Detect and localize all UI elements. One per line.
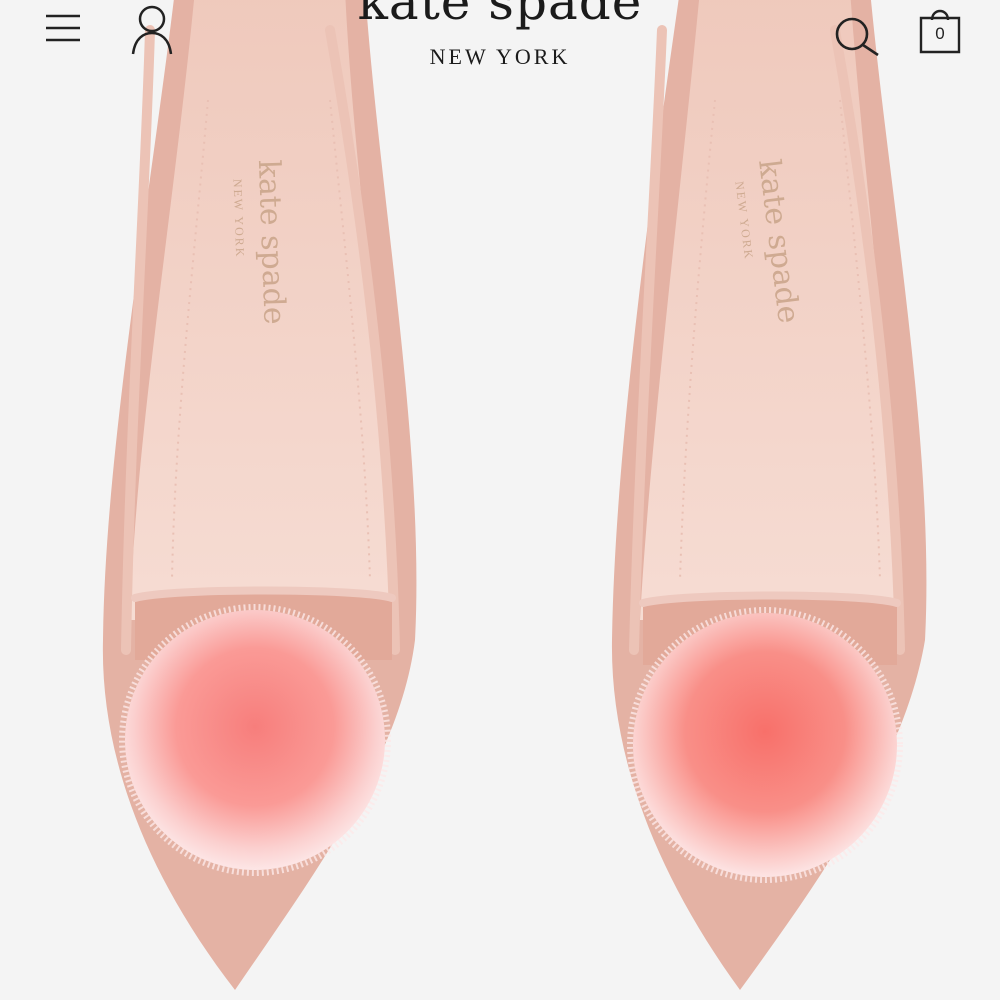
brand-logo[interactable]: kate spade NEW YORK <box>300 0 700 70</box>
site-header: kate spade NEW YORK 0 <box>0 0 1000 90</box>
left-insole-brand: kate spade <box>251 159 292 325</box>
brand-subtitle: NEW YORK <box>429 44 571 69</box>
search-icon[interactable] <box>832 14 882 58</box>
right-shoe: kate spade NEW YORK <box>611 0 927 990</box>
left-pompom <box>125 610 385 870</box>
shopping-bag-button[interactable]: 0 <box>918 4 962 56</box>
right-pompom <box>633 613 897 877</box>
left-insole-sub: NEW YORK <box>231 179 248 259</box>
cart-count: 0 <box>935 24 945 43</box>
menu-icon[interactable] <box>44 12 82 44</box>
product-image: kate spade NEW YORK kate spade NEW YORK <box>102 0 927 990</box>
left-shoe: kate spade NEW YORK <box>102 0 417 990</box>
account-icon[interactable] <box>128 2 176 56</box>
brand-name: kate spade <box>357 0 643 31</box>
